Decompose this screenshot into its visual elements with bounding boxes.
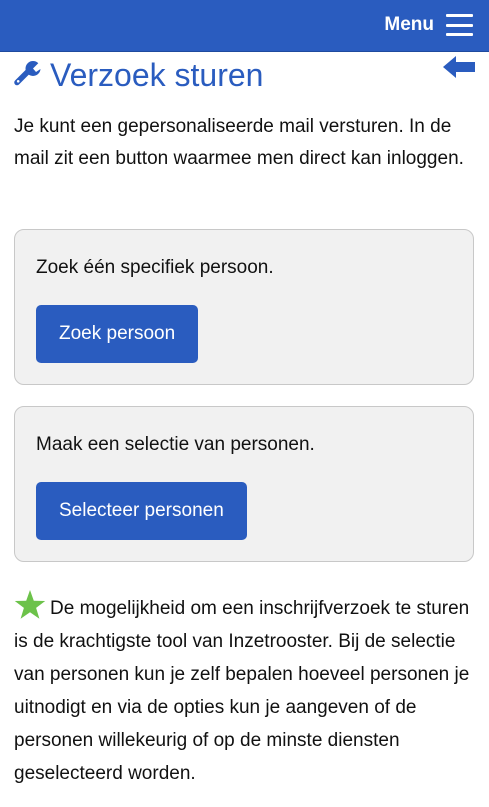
title-row: Verzoek sturen	[14, 56, 477, 96]
intro-text: Je kunt een gepersonaliseerde mail verst…	[14, 116, 464, 169]
select-persons-card: Maak een selectie van personen. Selectee…	[14, 406, 474, 562]
tip-text: De mogelijkheid om een inschrijfverzoek …	[14, 598, 470, 784]
select-persons-text: Maak een selectie van personen.	[36, 434, 315, 455]
tip-paragraph: De mogelijkheid om een inschrijfverzoek …	[14, 590, 476, 790]
search-person-card: Zoek één specifiek persoon. Zoek persoon	[14, 229, 474, 385]
hamburger-icon	[446, 14, 473, 36]
top-bar: Menu	[0, 0, 489, 52]
menu-button[interactable]: Menu	[384, 10, 473, 40]
wrench-icon	[14, 60, 42, 86]
search-person-button[interactable]: Zoek persoon	[36, 305, 199, 363]
select-persons-button[interactable]: Selecteer personen	[36, 482, 247, 540]
arrow-left-icon[interactable]	[443, 56, 475, 78]
star-icon	[14, 590, 46, 619]
menu-label: Menu	[384, 14, 434, 35]
page-title: Verzoek sturen	[50, 57, 264, 93]
search-person-text: Zoek één specifiek persoon.	[36, 257, 274, 278]
